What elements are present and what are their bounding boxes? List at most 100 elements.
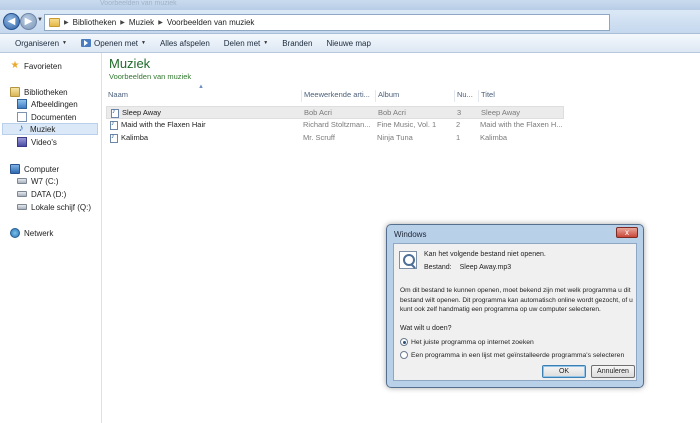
forward-button[interactable]: ▶ <box>20 13 37 30</box>
file-name: Sleep Away <box>122 108 162 117</box>
chevron-right-icon[interactable]: ▶ <box>64 19 69 26</box>
share-with-label: Delen met <box>223 38 261 48</box>
sidebar-item-documents[interactable]: Documenten <box>17 111 76 123</box>
close-icon: x <box>625 228 629 237</box>
drive-icon <box>17 191 27 197</box>
file-title: Kalimba <box>480 133 508 142</box>
address-bar[interactable]: ▶ Bibliotheken ▶ Muziek ▶ Voorbeelden va… <box>44 14 610 31</box>
sidebar-item-videos[interactable]: Video's <box>17 136 57 148</box>
play-all-button[interactable]: Alles afspelen <box>153 39 217 48</box>
star-icon: ★ <box>10 60 20 71</box>
sidebar-item-favorites[interactable]: ★ Favorieten <box>10 60 62 72</box>
sidebar-item-libraries[interactable]: Bibliotheken <box>10 86 68 98</box>
option-label: Het juiste programma op internet zoeken <box>411 338 534 346</box>
library-subtitle[interactable]: Voorbeelden van muziek <box>109 72 191 81</box>
drive-icon <box>17 204 27 210</box>
address-row: ◀ ▶ ▼ ▶ Bibliotheken ▶ Muziek ▶ Voorbeel… <box>0 10 700 34</box>
file-value: Sleep Away.mp3 <box>459 264 512 271</box>
chevron-down-icon: ▼ <box>62 40 67 46</box>
audio-file-icon <box>110 133 118 143</box>
sidebar-item-music[interactable]: ♪ Muziek <box>2 123 98 135</box>
sidebar-item-computer[interactable]: Computer <box>10 163 59 175</box>
back-button[interactable]: ◀ <box>3 13 20 30</box>
file-album: Bob Acri <box>378 108 406 117</box>
sidebar-item-label: Netwerk <box>24 228 54 238</box>
video-icon <box>17 137 27 147</box>
radio-button-selected[interactable] <box>400 338 408 346</box>
dialog-description: Om dit bestand te kunnen openen, moet be… <box>400 287 633 313</box>
document-icon <box>17 112 27 122</box>
breadcrumb-libraries[interactable]: Bibliotheken <box>73 18 117 27</box>
sidebar-item-pictures[interactable]: Afbeeldingen <box>17 98 78 110</box>
sidebar-item-label: Lokale schijf (Q:) <box>31 202 92 212</box>
arrow-left-icon: ◀ <box>7 16 16 27</box>
window-title-bar: Voorbeelden van muziek <box>0 0 700 10</box>
option-select-from-list[interactable]: Een programma in een lijst met geïnstall… <box>400 351 624 359</box>
command-bar: Organiseren ▼ Openen met ▼ Alles afspele… <box>0 34 700 53</box>
column-header-album[interactable]: Album <box>376 90 455 102</box>
ok-button[interactable]: OK <box>542 365 586 378</box>
sidebar-item-label: Documenten <box>31 112 77 122</box>
sidebar-item-network[interactable]: Netwerk <box>10 227 53 239</box>
burn-label: Branden <box>282 38 313 48</box>
organize-button[interactable]: Organiseren ▼ <box>8 39 74 48</box>
file-artists: Bob Acri <box>304 108 332 117</box>
file-artists: Mr. Scruff <box>303 133 335 142</box>
library-icon <box>10 87 20 97</box>
file-row[interactable]: Sleep Away Bob Acri Bob Acri 3 Sleep Awa… <box>106 106 564 119</box>
audio-file-icon <box>110 120 118 130</box>
sidebar-item-label: Afbeeldingen <box>31 99 78 109</box>
window-title: Voorbeelden van muziek <box>100 0 177 7</box>
file-label: Bestand: <box>424 264 452 271</box>
navigation-pane: ★ Favorieten Bibliotheken Afbeeldingen D… <box>0 53 102 423</box>
computer-icon <box>10 164 20 174</box>
dialog-message: Kan het volgende bestand niet openen. <box>424 251 546 258</box>
file-number: 3 <box>457 108 462 117</box>
sidebar-item-drive-d[interactable]: DATA (D:) <box>17 188 66 200</box>
sidebar-item-drive-c[interactable]: W7 (C:) <box>17 175 59 187</box>
drive-icon <box>17 178 27 184</box>
sidebar-item-label: W7 (C:) <box>31 176 59 186</box>
sidebar-item-label: Video's <box>31 137 57 147</box>
column-header-artists[interactable]: Meewerkende arti... <box>302 90 376 102</box>
new-folder-button[interactable]: Nieuwe map <box>319 39 377 48</box>
network-icon <box>10 228 20 238</box>
option-label: Een programma in een lijst met geïnstall… <box>411 351 625 359</box>
pictures-icon <box>17 99 27 109</box>
file-row[interactable]: Kalimba Mr. Scruff Ninja Tuna 1 Kalimba <box>106 132 564 145</box>
recent-pages-dropdown[interactable]: ▼ <box>37 17 43 23</box>
burn-button[interactable]: Branden <box>275 39 319 48</box>
chevron-right-icon[interactable]: ▶ <box>158 19 163 26</box>
option-search-web[interactable]: Het juiste programma op internet zoeken <box>400 338 534 346</box>
chevron-down-icon: ▼ <box>141 40 146 46</box>
close-button[interactable]: x <box>616 227 638 238</box>
column-header-title[interactable]: Titel <box>479 90 564 102</box>
magnifier-icon <box>399 251 417 269</box>
sidebar-item-label: DATA (D:) <box>31 189 67 199</box>
file-name: Kalimba <box>121 133 149 142</box>
new-folder-label: Nieuwe map <box>326 38 371 48</box>
sidebar-item-drive-q[interactable]: Lokale schijf (Q:) <box>17 201 91 213</box>
dialog-question: Wat wilt u doen? <box>400 325 452 332</box>
folder-icon <box>49 18 60 27</box>
chevron-right-icon[interactable]: ▶ <box>120 19 125 26</box>
share-with-button[interactable]: Delen met ▼ <box>217 39 275 48</box>
file-number: 2 <box>456 120 461 129</box>
sidebar-item-label: Muziek <box>30 124 56 134</box>
file-artists: Richard Stoltzman... <box>303 120 371 129</box>
column-header-name[interactable]: Naam <box>106 90 302 102</box>
radio-button[interactable] <box>400 351 408 359</box>
chevron-down-icon: ▼ <box>263 40 269 46</box>
cancel-button[interactable]: Annuleren <box>591 365 635 378</box>
media-player-icon <box>80 39 91 47</box>
breadcrumb-music-samples[interactable]: Voorbeelden van muziek <box>167 18 255 27</box>
open-with-dialog: Windows x Kan het volgende bestand niet … <box>386 224 644 388</box>
dialog-file-line: Bestand: Sleep Away.mp3 <box>424 264 511 271</box>
file-name: Maid with the Flaxen Hair <box>121 120 206 129</box>
dialog-title: Windows <box>394 230 427 239</box>
open-with-button[interactable]: Openen met ▼ <box>74 39 153 48</box>
column-header-number[interactable]: Nu... <box>455 90 479 102</box>
file-row[interactable]: Maid with the Flaxen Hair Richard Stoltz… <box>106 119 564 132</box>
file-album: Ninja Tuna <box>377 133 413 142</box>
breadcrumb-music[interactable]: Muziek <box>129 18 154 27</box>
